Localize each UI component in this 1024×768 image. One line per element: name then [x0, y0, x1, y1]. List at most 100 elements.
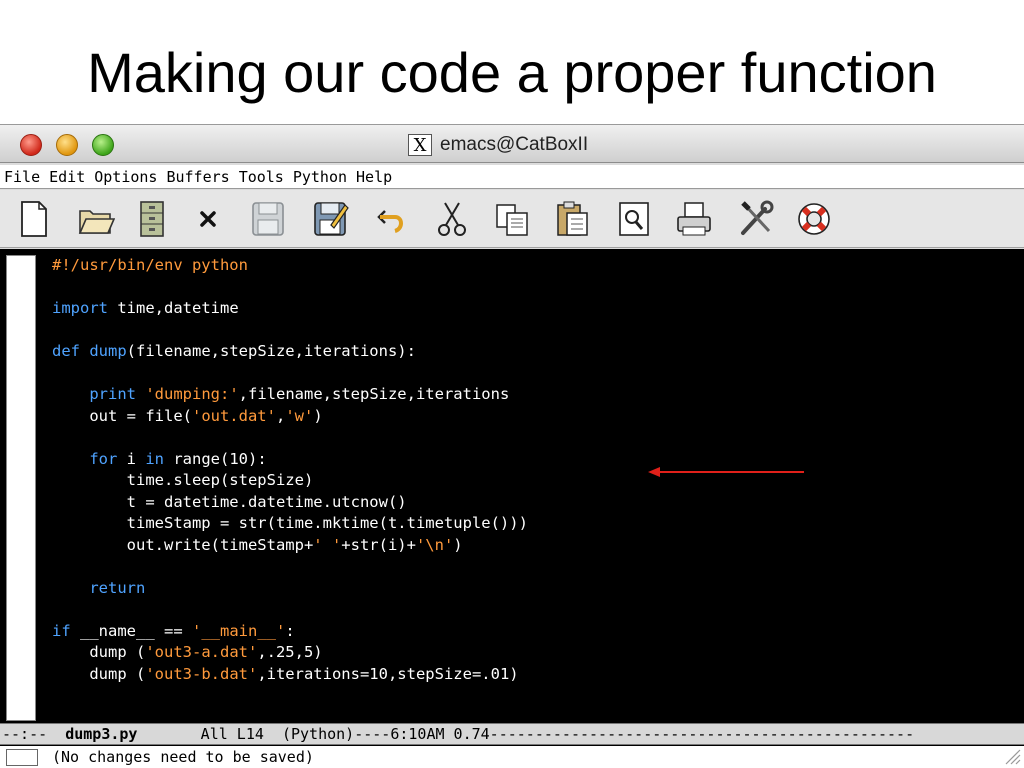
toolbar [0, 190, 1024, 248]
code-line[interactable] [52, 277, 528, 299]
code-token: time,datetime [108, 299, 239, 317]
code-line[interactable]: return [52, 578, 528, 600]
code-line[interactable]: def dump(filename,stepSize,iterations): [52, 341, 528, 363]
code-token: ) [453, 535, 463, 554]
menu-tools[interactable]: Tools [239, 168, 284, 186]
save-as-icon[interactable] [310, 198, 350, 240]
code-line[interactable]: for i in range(10): [52, 449, 528, 471]
code-line[interactable]: if __name__ == '__main__': [52, 621, 528, 643]
code-line[interactable] [52, 320, 528, 342]
code-line[interactable]: t = datetime.datetime.utcnow() [52, 492, 528, 514]
code-token: dump [89, 342, 127, 360]
code-line[interactable]: dump ('out3-b.dat',iterations=10,stepSiz… [52, 664, 528, 686]
code-line[interactable]: out = file('out.dat','w') [52, 406, 528, 428]
modeline-buffer-name: dump3.py [65, 725, 138, 743]
copy-icon[interactable] [492, 198, 532, 240]
code-token: (filename,stepSize,iterations): [126, 342, 416, 360]
code-line[interactable]: out.write(timeStamp+' '+str(i)+'\n') [52, 535, 528, 557]
code-token: print [89, 385, 136, 403]
code-line[interactable] [52, 556, 528, 578]
left-fringe [6, 255, 36, 721]
code-line[interactable]: import time,datetime [52, 298, 528, 320]
window-title: X emacs@CatBoxII [408, 133, 588, 157]
code-token: t = datetime.datetime.utcnow() [52, 492, 407, 511]
code-token: ) [313, 406, 323, 425]
code-token: 'w' [285, 406, 314, 425]
new-file-icon[interactable] [14, 198, 54, 240]
modeline-prefix: --:-- [2, 725, 66, 743]
minimize-window-button[interactable] [56, 134, 78, 156]
paste-icon[interactable] [552, 198, 592, 240]
x11-logo-icon: X [408, 134, 432, 156]
window-title-text: emacs@CatBoxII [440, 134, 589, 155]
code-token: in [145, 449, 164, 468]
code-line[interactable]: print 'dumping:',filename,stepSize,itera… [52, 384, 528, 406]
code-line[interactable] [52, 363, 528, 385]
resize-grip-icon[interactable] [1002, 746, 1022, 766]
code-token: : [285, 621, 295, 640]
save-disabled-icon[interactable] [248, 198, 288, 240]
code-token: 'out3-b.dat' [145, 664, 258, 683]
code-token: 'out.dat' [191, 406, 276, 425]
code-token: , [275, 406, 286, 425]
code-token: __name__ == [70, 621, 192, 640]
close-icon[interactable] [188, 198, 228, 240]
file-cabinet-icon[interactable] [132, 198, 172, 240]
close-window-button[interactable] [20, 134, 42, 156]
minibuffer-fringe [6, 749, 38, 766]
slide-title: Making our code a proper function [87, 41, 937, 104]
tools-icon[interactable] [736, 198, 776, 240]
modeline-status: All L14 (Python)----6:10AM 0.74---------… [137, 725, 915, 743]
code-token: timeStamp = str(time.mktime(t.timetuple(… [52, 514, 528, 532]
code-line[interactable]: #!/usr/bin/env python [52, 255, 528, 277]
undo-icon[interactable] [372, 198, 412, 240]
menu-file[interactable]: File [4, 168, 40, 186]
code-line[interactable]: time.sleep(stepSize) [52, 470, 528, 492]
code-token: '\n' [415, 535, 454, 554]
code-token: return [89, 578, 146, 597]
menu-edit[interactable]: Edit [49, 168, 85, 186]
code-line[interactable]: dump ('out3-a.dat',.25,5) [52, 642, 528, 664]
code-buffer[interactable]: #!/usr/bin/env python import time,dateti… [52, 255, 528, 685]
menu-options[interactable]: Options [94, 168, 157, 186]
zoom-window-button[interactable] [92, 134, 114, 156]
code-token: for [89, 449, 118, 468]
print-icon[interactable] [674, 198, 714, 240]
code-token: def [52, 342, 80, 360]
minibuffer-message: (No changes need to be saved) [52, 748, 314, 766]
code-token: 'out3-a.dat' [145, 643, 258, 661]
code-token: range(10): [164, 449, 267, 468]
search-icon[interactable] [614, 198, 654, 240]
code-token: dump ( [52, 643, 146, 661]
minibuffer[interactable]: (No changes need to be saved) [0, 746, 1024, 768]
code-editor[interactable]: #!/usr/bin/env python import time,dateti… [0, 249, 1024, 749]
menu-python[interactable]: Python [293, 168, 347, 186]
code-token: ,iterations=10,stepSize=.01) [257, 664, 519, 683]
red-arrow-annotation [648, 467, 804, 477]
code-line[interactable] [52, 599, 528, 621]
code-token: ,filename,stepSize,iterations [238, 385, 510, 403]
code-line[interactable] [52, 427, 528, 449]
code-token: out = file( [52, 406, 192, 425]
window-titlebar[interactable]: X emacs@CatBoxII [0, 125, 1024, 163]
code-token: +str(i)+ [341, 535, 416, 554]
code-token: dump ( [52, 664, 146, 683]
menubar: File Edit Options Buffers Tools Python H… [0, 165, 1024, 189]
code-line[interactable]: timeStamp = str(time.mktime(t.timetuple(… [52, 513, 528, 535]
cut-icon[interactable] [432, 198, 472, 240]
code-token: import [52, 299, 108, 317]
help-lifebuoy-icon[interactable] [794, 198, 834, 240]
menu-buffers[interactable]: Buffers [166, 168, 229, 186]
modeline: --:-- dump3.py All L14 (Python)----6:10A… [0, 723, 1024, 745]
menu-help[interactable]: Help [356, 168, 392, 186]
open-folder-icon[interactable] [76, 198, 116, 240]
code-token: 'dumping:' [145, 385, 239, 403]
code-token: time.sleep(stepSize) [52, 471, 314, 489]
code-token: ' ' [313, 535, 342, 554]
code-token: '__main__' [192, 621, 286, 640]
